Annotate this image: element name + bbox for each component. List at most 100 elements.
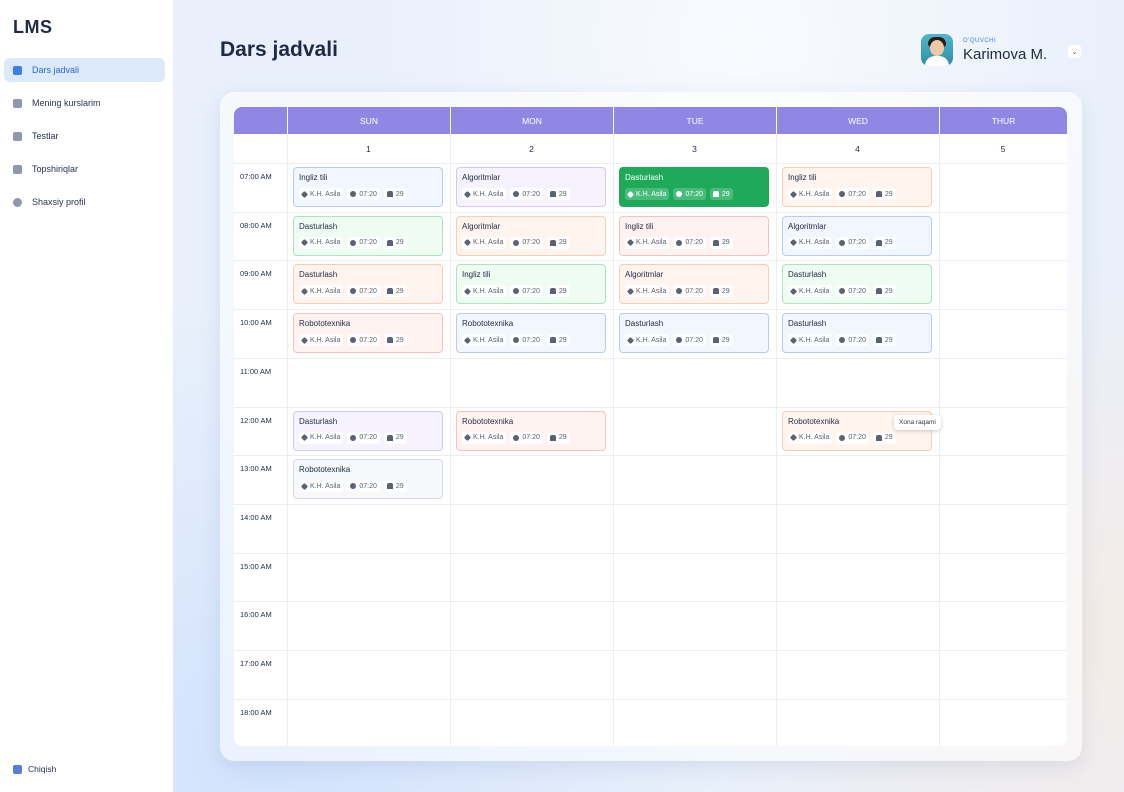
- schedule-event[interactable]: Robototexnika K.H. Asila 07:20 29: [293, 459, 443, 500]
- event-meta: K.H. Asila 07:20 29: [462, 334, 600, 347]
- logout-icon: [13, 764, 22, 774]
- schedule-event[interactable]: Ingliz tili K.H. Asila 07:20 29: [782, 167, 932, 207]
- clock-icon: [513, 288, 520, 295]
- day-header-thur: THUR: [939, 107, 1067, 134]
- event-time-value: 07:20: [848, 287, 866, 295]
- schedule-event[interactable]: Dasturlash K.H. Asila 07:20 29: [619, 313, 769, 354]
- grid-row-line: [234, 552, 1067, 554]
- day-date: 4: [855, 143, 860, 154]
- event-room: 29: [383, 285, 407, 298]
- schedule-event[interactable]: Robototexnika K.H. Asila 07:20 29: [293, 313, 443, 354]
- user-profile[interactable]: O'QUVCHI Karimova M.: [921, 34, 1047, 66]
- event-time: 07:20: [510, 431, 543, 444]
- time-label: 10:00 AM: [240, 318, 272, 328]
- grid-row-line: [234, 357, 1067, 359]
- event-meta: K.H. Asila 07:20 29: [462, 188, 600, 200]
- event-teacher: K.H. Asila: [299, 431, 344, 444]
- grid-row-line: [234, 309, 1067, 311]
- event-room: 29: [546, 236, 570, 249]
- sidebar: LMS Dars jadvali Mening kurslarim Testla…: [0, 0, 173, 792]
- event-meta: K.H. Asila 07:20 29: [462, 285, 600, 298]
- sidebar-item-label: Dars jadvali: [32, 65, 80, 75]
- logout-button[interactable]: Chiqish: [13, 764, 56, 774]
- event-teacher-name: K.H. Asila: [473, 336, 504, 344]
- schedule-event[interactable]: Algoritmlar K.H. Asila 07:20 29: [619, 264, 769, 305]
- schedule-event[interactable]: Ingliz tili K.H. Asila 07:20 29: [293, 167, 443, 207]
- clock-icon: [513, 191, 520, 197]
- schedule-event[interactable]: Dasturlash K.H. Asila 07:20 29: [293, 215, 443, 256]
- graduation-cap-icon: [300, 239, 309, 247]
- event-title: Ingliz tili: [462, 270, 491, 280]
- schedule-event[interactable]: Dasturlash K.H. Asila 07:20 29: [782, 313, 932, 354]
- event-room-number: 29: [395, 434, 404, 441]
- schedule-event[interactable]: Robototexnika K.H. Asila 07:20 29: [456, 410, 606, 451]
- graduation-cap-icon: [463, 190, 472, 198]
- event-room: 29: [709, 236, 733, 249]
- event-time-value: 07:20: [522, 239, 540, 247]
- sidebar-item-shaxsiy-profil[interactable]: Shaxsiy profil: [4, 190, 165, 214]
- event-time-value: 07:20: [522, 190, 540, 198]
- day-header-tue: TUE: [613, 107, 776, 134]
- schedule-event[interactable]: Dasturlash K.H. Asila 07:20 29: [619, 167, 769, 207]
- sidebar-item-dars-jadvali[interactable]: Dars jadvali: [4, 58, 165, 82]
- event-time: 07:20: [673, 285, 706, 298]
- clock-icon: [676, 337, 683, 344]
- chevron-down-icon[interactable]: ⌄: [1068, 45, 1081, 58]
- event-room-number: 29: [721, 239, 730, 247]
- schedule-event[interactable]: Dasturlash K.H. Asila 07:20 29: [293, 410, 443, 451]
- event-room: 29: [383, 480, 407, 493]
- room-icon: [386, 483, 393, 490]
- sidebar-item-label: Testlar: [32, 131, 59, 141]
- event-title: Ingliz tili: [788, 173, 817, 182]
- event-teacher: K.H. Asila: [625, 334, 670, 347]
- schedule-event[interactable]: Algoritmlar K.H. Asila 07:20 29: [456, 167, 606, 207]
- event-time: 07:20: [347, 480, 380, 493]
- event-time-value: 07:20: [359, 239, 377, 247]
- event-room-number: 29: [721, 190, 730, 198]
- room-icon: [549, 191, 556, 197]
- event-title: Ingliz tili: [625, 221, 654, 231]
- event-teacher-name: K.H. Asila: [799, 336, 830, 344]
- schedule-event[interactable]: Ingliz tili K.H. Asila 07:20 29: [456, 264, 606, 305]
- event-time-value: 07:20: [848, 190, 866, 198]
- graduation-cap-icon: [463, 336, 472, 344]
- event-time: 07:20: [347, 236, 380, 249]
- event-time-value: 07:20: [359, 190, 377, 198]
- event-teacher: K.H. Asila: [299, 480, 344, 493]
- schedule-event[interactable]: Robototexnika K.H. Asila 07:20 29: [456, 313, 606, 354]
- schedule-event[interactable]: Algoritmlar K.H. Asila 07:20 29: [782, 215, 932, 256]
- day-header-wed: WED: [776, 107, 939, 134]
- event-title: Dasturlash: [625, 173, 664, 182]
- event-room-number: 29: [395, 482, 404, 490]
- event-meta: K.H. Asila 07:20 29: [299, 431, 437, 444]
- schedule-event[interactable]: Ingliz tili K.H. Asila 07:20 29: [619, 215, 769, 256]
- sidebar-item-label: Mening kurslarim: [32, 98, 101, 108]
- event-teacher: K.H. Asila: [462, 285, 507, 298]
- event-meta: K.H. Asila 07:20 29: [299, 236, 437, 249]
- event-teacher-name: K.H. Asila: [799, 239, 830, 247]
- graduation-cap-icon: [300, 433, 309, 442]
- sidebar-item-mening-kurslarim[interactable]: Mening kurslarim: [4, 91, 165, 115]
- clock-icon: [350, 337, 357, 344]
- event-teacher: K.H. Asila: [299, 285, 344, 298]
- sidebar-item-topshiriqlar[interactable]: Topshiriqlar: [4, 157, 165, 181]
- graduation-cap-icon: [463, 287, 472, 295]
- event-time: 07:20: [836, 285, 869, 298]
- event-meta: K.H. Asila 07:20 29: [462, 236, 600, 249]
- sidebar-item-label: Topshiriqlar: [32, 164, 79, 174]
- event-time-value: 07:20: [848, 239, 866, 247]
- event-meta: K.H. Asila 07:20 29: [788, 236, 926, 249]
- event-teacher: K.H. Asila: [788, 236, 833, 249]
- room-icon: [875, 191, 882, 197]
- day-header-sun: SUN: [287, 107, 450, 134]
- event-teacher-name: K.H. Asila: [473, 239, 504, 247]
- schedule-event[interactable]: Dasturlash K.H. Asila 07:20 29: [293, 264, 443, 305]
- time-label: 07:00 AM: [240, 172, 272, 181]
- schedule-event[interactable]: Dasturlash K.H. Asila 07:20 29: [782, 264, 932, 305]
- event-room-number: 29: [558, 190, 567, 198]
- event-title: Robototexnika: [462, 319, 514, 329]
- event-room-number: 29: [395, 287, 404, 295]
- event-title: Dasturlash: [299, 416, 338, 426]
- sidebar-item-testlar[interactable]: Testlar: [4, 124, 165, 148]
- schedule-event[interactable]: Algoritmlar K.H. Asila 07:20 29: [456, 215, 606, 256]
